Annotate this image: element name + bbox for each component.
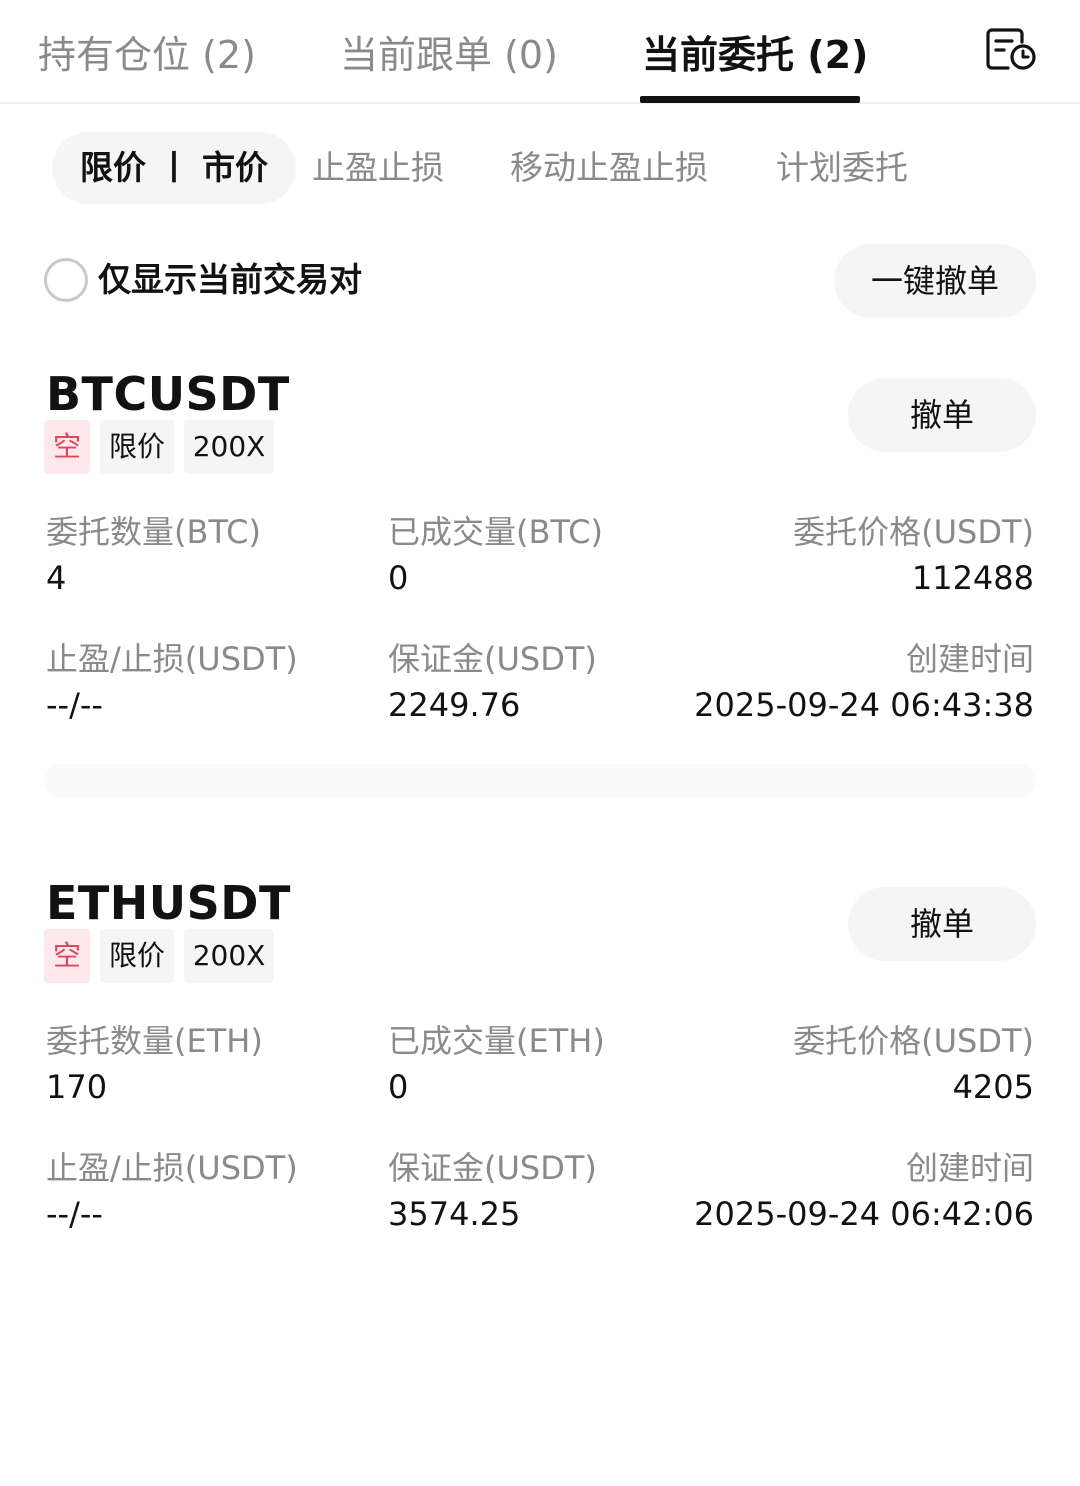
margin-value: 2249.76 (388, 686, 521, 724)
leverage-badge: 200X (184, 420, 274, 474)
margin-value: 3574.25 (388, 1195, 521, 1233)
order-type-badge: 限价 (100, 420, 174, 474)
cancel-order-button[interactable]: 撤单 (848, 887, 1036, 961)
page: 持有仓位 (2) 当前跟单 (0) 当前委托 (2) 限价 丨 市价 止盈止损 … (0, 0, 1080, 1486)
active-tab-indicator (640, 96, 860, 103)
order-price-value: 112488 (911, 559, 1034, 597)
tp-sl-label: 止盈/止损(USDT) (46, 1149, 298, 1187)
tp-sl-value[interactable]: --/-- (46, 1192, 298, 1236)
order-type-tabs: 限价 丨 市价 止盈止损 移动止盈止损 计划委托 (0, 132, 1080, 204)
filled-quantity: 已成交量(BTC) 0 (388, 510, 603, 600)
order-history-icon[interactable] (986, 26, 1038, 72)
side-badge: 空 (44, 929, 90, 983)
filled-quantity-value: 0 (388, 559, 409, 597)
order-price-value: 4205 (952, 1068, 1034, 1106)
filter-row: 仅显示当前交易对 一键撤单 (0, 244, 1080, 318)
created-time-value: 2025-09-24 06:42:06 (694, 1195, 1034, 1233)
tab-positions[interactable]: 持有仓位 (2) (38, 30, 256, 80)
cancel-all-button[interactable]: 一键撤单 (834, 244, 1036, 318)
tp-sl-value[interactable]: --/-- (46, 683, 298, 727)
tp-sl: 止盈/止损(USDT) --/-- (46, 637, 298, 727)
created-time-label: 创建时间 (905, 640, 1034, 678)
order-price: 委托价格(USDT) 4205 (793, 1019, 1034, 1109)
margin: 保证金(USDT) 3574.25 (388, 1146, 597, 1236)
filled-quantity-value: 0 (388, 1068, 409, 1106)
margin-label: 保证金(USDT) (388, 640, 597, 678)
order-symbol: ETHUSDT (46, 876, 291, 930)
created-time-label: 创建时间 (905, 1149, 1034, 1187)
order-quantity-value: 4 (46, 559, 67, 597)
order-symbol: BTCUSDT (46, 367, 290, 421)
created-time: 创建时间 2025-09-24 06:42:06 (694, 1146, 1034, 1236)
order-divider (44, 764, 1036, 798)
top-tab-bar: 持有仓位 (2) 当前跟单 (0) 当前委托 (2) (0, 0, 1080, 104)
order-type-badge: 限价 (100, 929, 174, 983)
filled-quantity-label: 已成交量(BTC) (388, 513, 603, 551)
order-quantity: 委托数量(BTC) 4 (46, 510, 261, 600)
tab-copy-orders[interactable]: 当前跟单 (0) (340, 30, 558, 80)
created-time: 创建时间 2025-09-24 06:43:38 (694, 637, 1034, 727)
margin: 保证金(USDT) 2249.76 (388, 637, 597, 727)
subtab-trailing-tp-sl[interactable]: 移动止盈止损 (510, 132, 708, 204)
subtab-tp-sl[interactable]: 止盈止损 (312, 132, 444, 204)
order-quantity-label: 委托数量(BTC) (46, 513, 261, 551)
filled-quantity-label: 已成交量(ETH) (388, 1022, 605, 1060)
margin-label: 保证金(USDT) (388, 1149, 597, 1187)
filled-quantity: 已成交量(ETH) 0 (388, 1019, 605, 1109)
order-price-label: 委托价格(USDT) (793, 513, 1034, 551)
tp-sl-label: 止盈/止损(USDT) (46, 640, 298, 678)
tp-sl: 止盈/止损(USDT) --/-- (46, 1146, 298, 1236)
cancel-order-button[interactable]: 撤单 (848, 378, 1036, 452)
current-pair-radio[interactable] (44, 258, 88, 302)
current-pair-label[interactable]: 仅显示当前交易对 (98, 256, 362, 304)
created-time-value: 2025-09-24 06:43:38 (694, 686, 1034, 724)
order-quantity: 委托数量(ETH) 170 (46, 1019, 263, 1109)
subtab-limit-market[interactable]: 限价 丨 市价 (52, 132, 296, 204)
subtab-plan-orders[interactable]: 计划委托 (776, 132, 908, 204)
order-quantity-value: 170 (46, 1068, 108, 1106)
leverage-badge: 200X (184, 929, 274, 983)
order-price-label: 委托价格(USDT) (793, 1022, 1034, 1060)
tab-open-orders[interactable]: 当前委托 (2) (642, 30, 868, 80)
side-badge: 空 (44, 420, 90, 474)
order-price: 委托价格(USDT) 112488 (793, 510, 1034, 600)
order-quantity-label: 委托数量(ETH) (46, 1022, 263, 1060)
